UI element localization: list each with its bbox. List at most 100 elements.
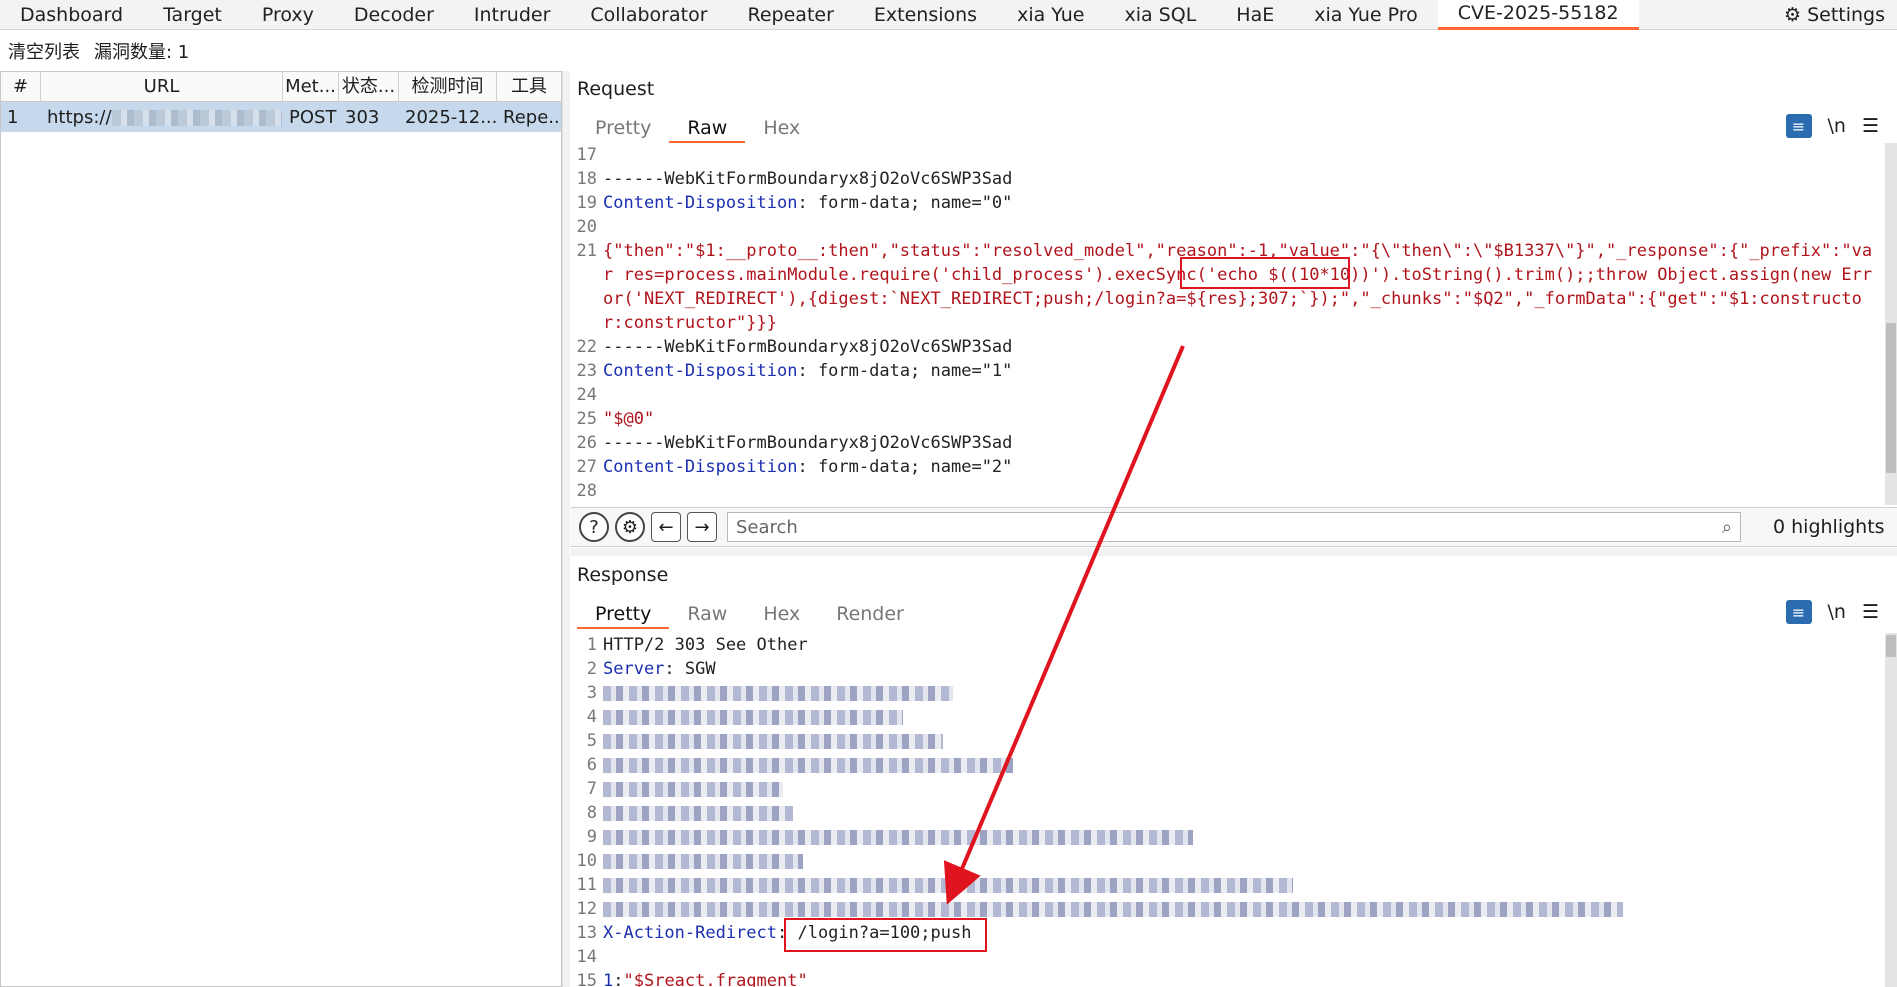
highlights-count: 0 highlights [1773,516,1885,538]
response-tab-pretty[interactable]: Pretty [577,599,670,629]
vertical-splitter[interactable] [562,71,570,987]
main-tab-bar: Dashboard Target Proxy Decoder Intruder Colla… [0,0,1897,30]
search-input[interactable]: Search ⌕ [727,512,1741,542]
code-token: ------WebKitFormBoundaryx8jO2oVc6SWP3Sad [603,433,1013,453]
line-number: 7 [586,779,597,799]
line-number: 19 [576,193,597,213]
response-scrollbar[interactable] [1885,633,1897,987]
request-line: 23 Content-Disposition: form-data; name="… [571,359,1897,383]
tab-target[interactable]: Target [143,0,242,30]
column-header-time[interactable]: 检测时间 [399,71,497,102]
tab-xia-yue-pro[interactable]: xia Yue Pro [1294,0,1438,30]
column-header-num[interactable]: # [1,71,41,102]
menu-icon[interactable]: ☰ [1862,601,1879,623]
response-line: 14 [571,945,1897,969]
word-wrap-icon[interactable]: ≡ [1785,114,1812,138]
request-line: 18 ------WebKitFormBoundaryx8jO2oVc6SWP3S… [571,167,1897,191]
line-number: 12 [576,899,597,919]
gear-icon[interactable]: ⚙ [615,512,645,542]
findings-table: # URL Met... 状态... 检测时间 工具 1 https://. P… [0,71,562,987]
tab-decoder[interactable]: Decoder [334,0,454,30]
response-scroll-thumb[interactable] [1886,635,1896,657]
settings-button[interactable]: ⚙ Settings [1784,0,1885,30]
code-token: Server [603,659,665,679]
line-number: 24 [576,385,597,405]
line-number: 22 [576,337,597,357]
result-highlight-box [784,918,987,952]
line-content [603,897,1623,921]
code-token: : form-data; name="0" [797,193,1013,213]
tab-dashboard[interactable]: Dashboard [0,0,143,30]
menu-icon[interactable]: ☰ [1862,115,1879,137]
line-number: 25 [576,409,597,429]
response-pane-icons: ≡ \n ☰ [1785,600,1879,624]
response-tab-render[interactable]: Render [818,599,922,629]
line-number: 2 [586,659,597,679]
response-tab-raw[interactable]: Raw [669,599,745,629]
table-row[interactable]: 1 https://. POST 303 2025-12... Repe... [1,102,561,132]
table-header: # URL Met... 状态... 检测时间 工具 [1,71,561,102]
column-header-status[interactable]: 状态... [339,71,399,102]
request-line: 24 [571,383,1897,407]
arrow-right-icon[interactable]: → [687,512,717,542]
tab-cve-2025-55182[interactable]: CVE-2025-55182 [1437,0,1639,30]
line-number: 21 [576,241,597,261]
column-header-url[interactable]: URL [41,71,283,102]
request-scroll-thumb[interactable] [1886,323,1896,473]
settings-label: Settings [1807,4,1885,26]
response-tab-hex[interactable]: Hex [745,599,818,629]
arrow-left-icon[interactable]: ← [651,512,681,542]
newline-toggle[interactable]: \n [1828,115,1846,137]
row-tool: Repe... [503,106,561,128]
response-editor[interactable]: 1 HTTP/2 303 See Other 2 Server: SGW 3 4 5 6 7 8 9… [571,633,1897,987]
tab-xia-sql[interactable]: xia SQL [1104,0,1216,30]
line-number: 27 [576,457,597,477]
line-content: Content-Disposition: form-data; name="2" [603,455,1012,479]
request-tab-pretty[interactable]: Pretty [577,113,669,143]
newline-toggle[interactable]: \n [1828,601,1846,623]
redacted-header [603,733,943,749]
line-number: 17 [576,145,597,165]
code-token: 1 [603,971,614,987]
request-editor[interactable]: 17 18 ------WebKitFormBoundaryx8jO2oVc6SWP… [571,143,1897,505]
code-token: HTTP/2 303 See Other [603,635,808,655]
redacted-header [603,877,1293,893]
request-tab-raw[interactable]: Raw [669,113,746,143]
word-wrap-icon[interactable]: ≡ [1785,600,1812,624]
line-content: Content-Disposition: form-data; name="0" [603,191,1012,215]
line-number: 28 [576,481,597,501]
tab-proxy[interactable]: Proxy [242,0,334,30]
redacted-header [603,901,1623,917]
line-number: 18 [576,169,597,189]
line-number: 23 [576,361,597,381]
tab-collaborator[interactable]: Collaborator [570,0,727,30]
clear-list-button[interactable]: 清空列表 [8,38,80,64]
horizontal-splitter[interactable] [571,548,1897,556]
line-number: 3 [586,683,597,703]
request-tab-hex[interactable]: Hex [745,113,818,143]
help-icon[interactable]: ? [579,512,609,542]
tab-extensions[interactable]: Extensions [854,0,997,30]
request-line: 22 ------WebKitFormBoundaryx8jO2oVc6SWP3S… [571,335,1897,359]
code-token: "$@0" [603,409,655,429]
line-number: 26 [576,433,597,453]
line-content [603,849,803,873]
line-number: 15 [576,971,597,987]
line-number: 10 [576,851,597,871]
line-content: HTTP/2 303 See Other [603,633,808,657]
line-number: 9 [586,827,597,847]
line-content [603,729,943,753]
response-line: 8 [571,801,1897,825]
tab-xia-yue[interactable]: xia Yue [997,0,1104,30]
column-header-tool[interactable]: 工具 [497,72,561,102]
tab-intruder[interactable]: Intruder [454,0,571,30]
response-title: Response [577,564,669,586]
request-scrollbar[interactable] [1885,143,1897,505]
tab-repeater[interactable]: Repeater [728,0,854,30]
response-line: 9 [571,825,1897,849]
response-line: 2 Server: SGW [571,657,1897,681]
tab-hae[interactable]: HaE [1216,0,1294,30]
line-content: "$@0" [603,407,654,431]
column-header-method[interactable]: Met... [283,71,339,102]
code-token: "$Sreact.fragment" [623,971,808,987]
